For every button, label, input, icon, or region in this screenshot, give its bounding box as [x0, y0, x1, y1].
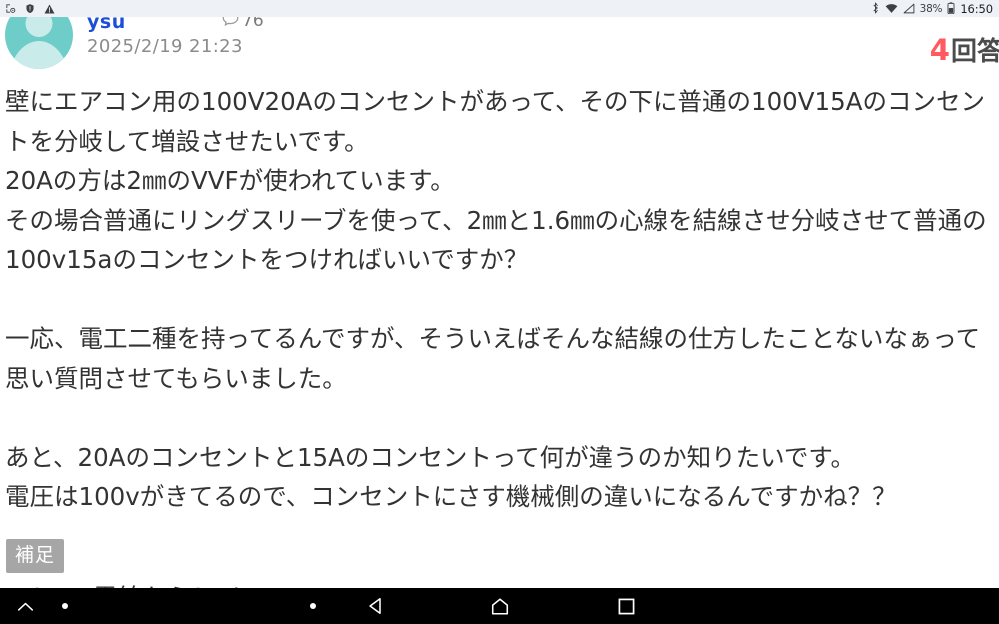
home-button[interactable] — [480, 588, 520, 624]
post-timestamp: 2025/2/19 21:23 — [87, 36, 243, 57]
answer-count-number: 4 — [929, 33, 950, 67]
wifi-icon — [885, 0, 898, 18]
dot-icon — [62, 603, 68, 609]
status-bar-clock: 16:50 — [960, 1, 993, 16]
shield-icon — [25, 0, 35, 18]
signal-icon — [903, 0, 915, 18]
warning-triangle-icon — [44, 0, 55, 18]
battery-percent-label: 38% — [919, 2, 943, 15]
dot-icon — [310, 603, 316, 609]
status-bar-left-icons — [5, 0, 55, 18]
recents-button[interactable] — [606, 588, 646, 624]
bluetooth-icon — [871, 0, 880, 18]
qa-post-screen: 38% 16:50 ysu 76 2025/2/19 21:23 4 回答 壁に… — [0, 0, 999, 624]
answer-count-label: 回答 — [950, 37, 999, 67]
post-header: ysu 76 2025/2/19 21:23 4 回答 — [0, 1, 999, 77]
post-body-text: 壁にエアコン用の100V20Aのコンセントがあって、その下に普通の100V15A… — [5, 87, 987, 511]
answer-count: 4 回答 — [930, 31, 999, 68]
screenshot-icon — [5, 0, 16, 18]
android-navigation-bar — [0, 588, 999, 624]
status-bar-right-icons: 38% 16:50 — [871, 0, 993, 18]
back-button[interactable] — [355, 588, 395, 624]
supplement-text: 1.6㎜の電線から2㎜に — [5, 578, 999, 588]
nav-dot-right[interactable] — [300, 588, 326, 624]
nav-dot-left[interactable] — [52, 588, 78, 624]
battery-icon — [947, 0, 955, 18]
supplement-badge: 補足 — [6, 539, 65, 573]
android-status-bar: 38% 16:50 — [0, 0, 999, 17]
expand-up-button[interactable] — [8, 588, 42, 624]
avatar-body-shape — [8, 41, 70, 69]
